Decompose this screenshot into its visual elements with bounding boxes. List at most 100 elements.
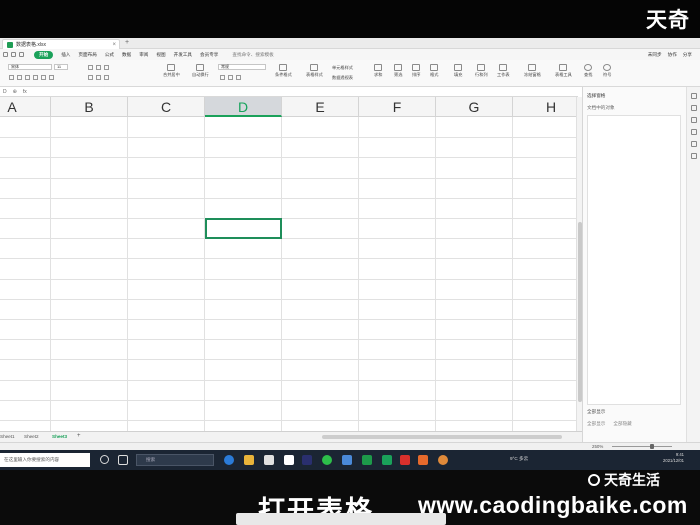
add-sheet-button[interactable]: + bbox=[77, 433, 81, 439]
weather-widget[interactable]: 9°C 多云 bbox=[510, 456, 528, 462]
table-style-button[interactable]: 表格样式 bbox=[306, 64, 323, 78]
sort-button[interactable]: 排序 bbox=[412, 64, 420, 78]
align-right-icon[interactable] bbox=[104, 65, 109, 70]
photoshop-icon[interactable] bbox=[302, 455, 312, 465]
zoom-slider-knob[interactable] bbox=[650, 444, 654, 449]
settings-icon[interactable] bbox=[690, 153, 697, 159]
zoom-icon[interactable]: ⊕ bbox=[13, 89, 17, 95]
taskbar-search-box[interactable]: 在这里输入你要搜索的内容 bbox=[0, 453, 90, 467]
sheet-tab-1[interactable]: Sheet1 bbox=[0, 434, 15, 439]
font-name-select[interactable]: 宋体 bbox=[8, 64, 52, 70]
cell-style-link[interactable]: 单元格样式 bbox=[332, 65, 353, 71]
font-size-select[interactable]: 11 bbox=[54, 64, 68, 70]
align-center-icon[interactable] bbox=[96, 65, 101, 70]
menu-page-layout[interactable]: 页面布局 bbox=[78, 52, 96, 58]
border-icon[interactable] bbox=[33, 75, 38, 80]
bold-icon[interactable] bbox=[9, 75, 14, 80]
hide-all-button[interactable]: 全部隐藏 bbox=[613, 421, 631, 427]
zoom-slider[interactable] bbox=[612, 446, 672, 447]
fx-icon[interactable]: fx bbox=[23, 89, 27, 95]
collab-button[interactable]: 协作 bbox=[668, 52, 677, 58]
column-header-c[interactable]: C bbox=[128, 97, 205, 117]
name-box[interactable]: D bbox=[3, 89, 7, 95]
edge-icon[interactable] bbox=[224, 455, 234, 465]
property-icon[interactable] bbox=[690, 117, 697, 123]
xmind-icon[interactable] bbox=[382, 455, 392, 465]
backup-icon[interactable] bbox=[690, 141, 697, 147]
menu-insert[interactable]: 插入 bbox=[61, 52, 70, 58]
zoom-level[interactable]: 250% bbox=[592, 444, 603, 449]
column-header-h[interactable]: H bbox=[513, 97, 576, 117]
active-cell[interactable] bbox=[205, 218, 282, 240]
wechat-icon[interactable] bbox=[322, 455, 332, 465]
menu-member[interactable]: 会员专享 bbox=[200, 52, 218, 58]
horizontal-scroll-thumb[interactable] bbox=[322, 435, 562, 439]
menu-view[interactable]: 视图 bbox=[156, 52, 165, 58]
indent-icon[interactable] bbox=[88, 75, 93, 80]
close-icon[interactable]: × bbox=[112, 42, 116, 48]
column-header-e[interactable]: E bbox=[282, 97, 359, 117]
symbol-button[interactable]: 符号 bbox=[603, 64, 611, 78]
merge-center-button[interactable]: 合并居中 bbox=[163, 64, 180, 78]
share-button[interactable]: 分享 bbox=[683, 52, 692, 58]
show-all-button[interactable]: 全部显示 bbox=[587, 421, 605, 427]
security-icon[interactable] bbox=[342, 455, 352, 465]
column-header-g[interactable]: G bbox=[436, 97, 513, 117]
comma-icon[interactable] bbox=[236, 75, 241, 80]
sum-button[interactable]: 求和 bbox=[374, 64, 382, 78]
filter-button[interactable]: 筛选 bbox=[394, 64, 402, 78]
save-icon[interactable] bbox=[3, 52, 8, 57]
store-icon[interactable] bbox=[264, 455, 274, 465]
fill-color-icon[interactable] bbox=[41, 75, 46, 80]
italic-icon[interactable] bbox=[17, 75, 22, 80]
history-icon[interactable] bbox=[690, 129, 697, 135]
add-tab-button[interactable]: + bbox=[125, 39, 129, 46]
column-header-a[interactable]: A bbox=[0, 97, 51, 117]
browser-icon[interactable] bbox=[438, 455, 448, 465]
object-list[interactable] bbox=[587, 115, 681, 405]
menu-data[interactable]: 数据 bbox=[122, 52, 131, 58]
cursor-icon[interactable] bbox=[690, 93, 697, 99]
folder-icon[interactable] bbox=[244, 455, 254, 465]
number-format-select[interactable]: 常规 bbox=[218, 64, 266, 70]
format-button[interactable]: 格式 bbox=[430, 64, 438, 78]
sync-status[interactable]: 未同步 bbox=[648, 52, 662, 58]
task-view-icon[interactable] bbox=[118, 455, 128, 465]
conditional-format-button[interactable]: 条件格式 bbox=[275, 64, 292, 78]
command-search[interactable]: 查找命令、搜索模板 bbox=[232, 52, 273, 58]
font-color-icon[interactable] bbox=[49, 75, 54, 80]
column-header-d[interactable]: D bbox=[205, 97, 282, 117]
column-header-b[interactable]: B bbox=[51, 97, 128, 117]
rows-columns-button[interactable]: 行和列 bbox=[475, 64, 488, 78]
percent-icon[interactable] bbox=[228, 75, 233, 80]
currency-icon[interactable] bbox=[220, 75, 225, 80]
app-icon[interactable] bbox=[418, 455, 428, 465]
align-left-icon[interactable] bbox=[88, 65, 93, 70]
cortana-icon[interactable] bbox=[100, 455, 109, 464]
calendar-icon[interactable] bbox=[284, 455, 294, 465]
wrap-text-button[interactable]: 自动换行 bbox=[192, 64, 209, 78]
print-icon[interactable] bbox=[11, 52, 16, 57]
menu-start[interactable]: 开始 bbox=[34, 50, 54, 59]
fill-button[interactable]: 填充 bbox=[454, 64, 462, 78]
clock[interactable]: 9:41 2021/12/01 bbox=[663, 452, 684, 464]
underline-icon[interactable] bbox=[25, 75, 30, 80]
menu-review[interactable]: 审阅 bbox=[139, 52, 148, 58]
sheet-tab-3[interactable]: Sheet3 bbox=[52, 434, 67, 439]
wps-icon[interactable] bbox=[400, 455, 410, 465]
table-tools-button[interactable]: 表格工具 bbox=[555, 64, 572, 78]
excel-icon[interactable] bbox=[362, 455, 372, 465]
find-button[interactable]: 查找 bbox=[584, 64, 592, 78]
menu-formulas[interactable]: 公式 bbox=[105, 52, 114, 58]
document-tab[interactable]: 数据表格.xlsx × bbox=[2, 39, 120, 49]
menu-developer[interactable]: 开发工具 bbox=[174, 52, 192, 58]
sheet-tab-2[interactable]: Sheet2 bbox=[24, 434, 39, 439]
worksheet-button[interactable]: 工作表 bbox=[497, 64, 510, 78]
column-header-f[interactable]: F bbox=[359, 97, 436, 117]
orientation-icon[interactable] bbox=[104, 75, 109, 80]
freeze-panes-button[interactable]: 冻结窗格 bbox=[524, 64, 541, 78]
spreadsheet-grid[interactable]: ABCDEFGH bbox=[0, 97, 576, 431]
style-icon[interactable] bbox=[690, 105, 697, 111]
undo-icon[interactable] bbox=[19, 52, 24, 57]
pivot-table-link[interactable]: 数据透视表 bbox=[332, 75, 353, 81]
